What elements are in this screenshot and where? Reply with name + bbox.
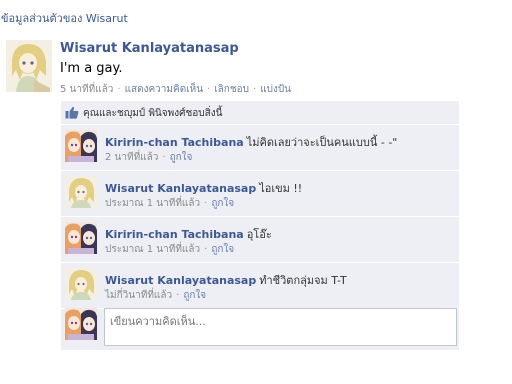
comment-avatar[interactable]	[65, 176, 97, 208]
unlike-link[interactable]: เลิกชอบ	[214, 84, 249, 95]
comment-input[interactable]	[104, 308, 457, 346]
comment-item: Wisarut Kanlayatanasap ไอเขม !! ประมาณ 1 …	[61, 171, 459, 217]
post-meta-bar: 5 นาทีที่แล้ว · แสดงความคิดเห็น · เลิกชอบ · แบ…	[60, 82, 291, 97]
comment-composer	[61, 304, 459, 350]
post-author-name[interactable]: Wisarut Kanlayatanasap	[60, 41, 239, 56]
separator-dot: ·	[207, 84, 211, 95]
comment-author[interactable]: Wisarut Kanlayatanasap	[105, 182, 256, 195]
share-link[interactable]: แบ่งปัน	[260, 84, 291, 95]
anime-avatar-duo-icon	[65, 222, 97, 254]
comment-avatar[interactable]	[65, 268, 97, 300]
comment-text: ไม่คิดเลยว่าจะเป็นคนแบบนี้ - -"	[246, 136, 398, 149]
anime-avatar-blonde-icon	[6, 40, 52, 92]
comment-meta: ประมาณ 1 นาทีที่แล้ว · ถูกใจ	[105, 196, 234, 211]
anime-avatar-blonde-icon	[65, 176, 97, 208]
comment-time[interactable]: ไม่กี่วินาทีที่แล้ว	[105, 290, 172, 301]
post-message: I'm a gay.	[60, 61, 123, 76]
comment-meta: ไม่กี่วินาทีที่แล้ว · ถูกใจ	[105, 288, 206, 303]
comment-author[interactable]: Kiririn-chan Tachibana	[105, 136, 244, 149]
comment-text: ทำชีวิตกลุ่มจม T-T	[259, 274, 347, 287]
post-author-avatar[interactable]	[6, 40, 52, 92]
comment-author[interactable]: Wisarut Kanlayatanasap	[105, 274, 256, 287]
comment-text: อุโอ๊ะ	[246, 228, 272, 241]
separator-dot: ·	[204, 198, 208, 209]
comment-item: Kiririn-chan Tachibana อุโอ๊ะ ประมาณ 1 นา…	[61, 217, 459, 263]
anime-avatar-duo-icon	[65, 308, 97, 340]
comment-meta: ประมาณ 1 นาทีที่แล้ว · ถูกใจ	[105, 242, 234, 257]
separator-dot: ·	[162, 152, 166, 163]
separator-dot: ·	[117, 84, 121, 95]
comment-body: Kiririn-chan Tachibana ไม่คิดเลยว่าจะเป็น…	[105, 133, 397, 151]
anime-avatar-blonde-icon	[65, 268, 97, 300]
anime-avatar-duo-icon	[65, 130, 97, 162]
comment-link[interactable]: แสดงความคิดเห็น	[125, 84, 203, 95]
separator-dot: ·	[176, 290, 180, 301]
comment-body: Wisarut Kanlayatanasap ไอเขม !!	[105, 179, 302, 197]
like-summary: คุณและชญุมป์ พินิจพงศ์ชอบสิ่งนี้	[61, 101, 459, 125]
post-timestamp[interactable]: 5 นาทีที่แล้ว	[60, 84, 113, 95]
comment-avatar[interactable]	[65, 130, 97, 162]
comment-item: Kiririn-chan Tachibana ไม่คิดเลยว่าจะเป็น…	[61, 125, 459, 171]
comment-author[interactable]: Kiririn-chan Tachibana	[105, 228, 244, 241]
separator-dot: ·	[252, 84, 257, 95]
feedback-panel: คุณและชญุมป์ พินิจพงศ์ชอบสิ่งนี้ Kiririn…	[61, 101, 459, 350]
like-summary-text[interactable]: คุณและชญุมป์ พินิจพงศ์ชอบสิ่งนี้	[83, 106, 222, 121]
comment-avatar[interactable]	[65, 222, 97, 254]
comment-body: Wisarut Kanlayatanasap ทำชีวิตกลุ่มจม T-T	[105, 271, 347, 289]
page-title[interactable]: ข้อมูลส่วนตัวของ Wisarut	[1, 9, 128, 27]
comment-like-link[interactable]: ถูกใจ	[183, 290, 206, 301]
comment-like-link[interactable]: ถูกใจ	[211, 198, 234, 209]
comment-meta: 2 นาทีที่แล้ว · ถูกใจ	[105, 150, 192, 165]
comment-time[interactable]: ประมาณ 1 นาทีที่แล้ว	[105, 244, 200, 255]
composer-avatar	[65, 308, 97, 340]
separator-dot: ·	[204, 244, 208, 255]
comment-item: Wisarut Kanlayatanasap ทำชีวิตกลุ่มจม T-T…	[61, 263, 459, 309]
comment-time[interactable]: 2 นาทีที่แล้ว	[105, 152, 158, 163]
thumbs-up-icon	[65, 106, 79, 119]
comment-time[interactable]: ประมาณ 1 นาทีที่แล้ว	[105, 198, 200, 209]
comment-like-link[interactable]: ถูกใจ	[170, 152, 193, 163]
comment-like-link[interactable]: ถูกใจ	[211, 244, 234, 255]
comment-body: Kiririn-chan Tachibana อุโอ๊ะ	[105, 225, 272, 243]
comment-text: ไอเขม !!	[259, 182, 303, 195]
